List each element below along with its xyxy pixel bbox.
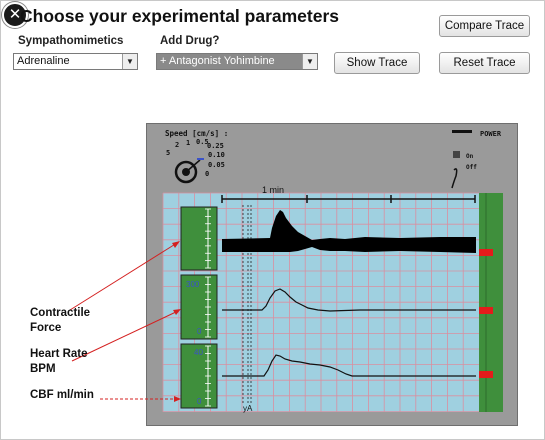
gauge-contractile xyxy=(180,206,218,271)
annotation-contractile-line2: Force xyxy=(30,322,62,334)
gauge1-top-label: 300 xyxy=(186,280,200,289)
annotation-contractile-force: Contractile Force xyxy=(30,306,90,336)
channel-3-marker xyxy=(479,371,493,378)
gauge2-bottom-label: 0 xyxy=(197,397,202,406)
time-scale-label: 1 min xyxy=(262,185,284,195)
power-cable-icon xyxy=(451,168,458,189)
channel-2-marker xyxy=(479,307,493,314)
marker-label: yA xyxy=(243,404,253,413)
annotation-cbf: CBF ml/min xyxy=(30,389,94,401)
power-indicator-icon xyxy=(452,130,472,133)
channel-1-marker xyxy=(479,249,493,256)
power-strip xyxy=(479,193,503,412)
on-switch-icon[interactable] xyxy=(453,151,460,158)
annotation-heart-rate-line1: Heart Rate xyxy=(30,348,88,360)
annotation-contractile-line1: Contractile xyxy=(30,307,91,319)
annotation-heart-rate-line2: BPM xyxy=(30,363,56,375)
gauge1-bottom-label: 0 xyxy=(197,327,202,336)
annotation-heart-rate: Heart Rate BPM xyxy=(30,347,88,377)
gauge2-top-label: 40 xyxy=(194,348,203,357)
speed-dial-icon xyxy=(174,158,204,184)
